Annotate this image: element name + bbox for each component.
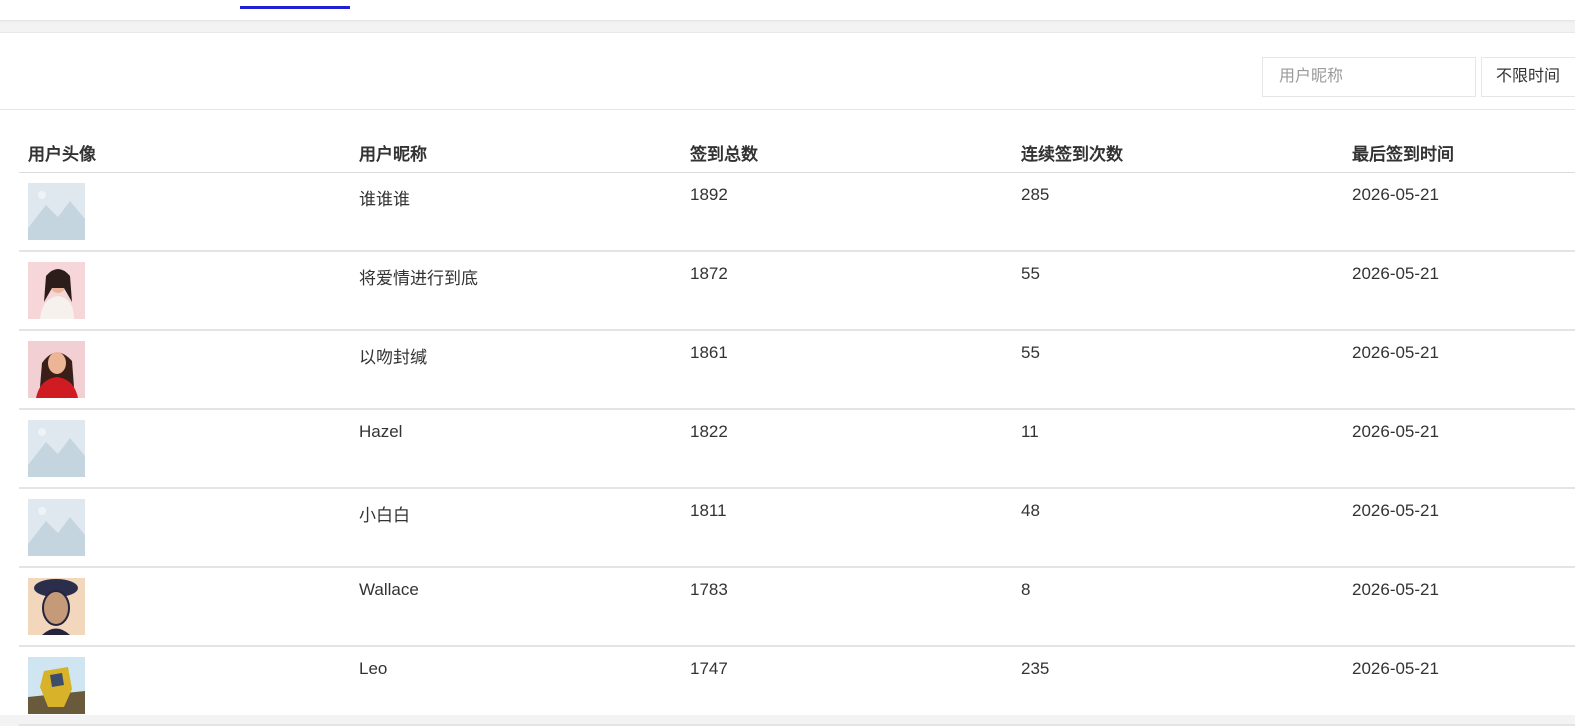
streak-cell: 8: [1021, 580, 1031, 599]
filter-bar: 不限时间: [0, 33, 1575, 110]
table-body: 谁谁谁 1892 285 2026-05-21 将爱情进行到底 1872 55 2026-05…: [19, 173, 1575, 726]
column-header-streak: 连续签到次数: [1021, 145, 1123, 164]
last-time-cell: 2026-05-21: [1352, 185, 1439, 204]
total-cell: 1822: [690, 422, 728, 441]
table-row: 以吻封缄 1861 55 2026-05-21: [19, 331, 1575, 410]
last-time-cell: 2026-05-21: [1352, 501, 1439, 520]
nickname-cell: 谁谁谁: [359, 190, 410, 209]
total-cell: 1811: [690, 501, 727, 520]
last-time-cell: 2026-05-21: [1352, 264, 1439, 283]
table-row: 小白白 1811 48 2026-05-21: [19, 489, 1575, 568]
last-time-cell: 2026-05-21: [1352, 343, 1439, 362]
user-avatar: [28, 657, 85, 714]
column-header-nickname: 用户昵称: [359, 145, 427, 164]
placeholder-image-icon: [28, 420, 85, 477]
streak-cell: 285: [1021, 185, 1050, 204]
table-row: Leo 1747 235 2026-05-21: [19, 647, 1575, 726]
total-cell: 1872: [690, 264, 728, 283]
nickname-cell: 将爱情进行到底: [359, 269, 478, 288]
total-cell: 1892: [690, 185, 728, 204]
top-tab-bar: [0, 0, 1575, 21]
nickname-cell: 以吻封缄: [359, 348, 427, 367]
placeholder-image-icon: [28, 499, 85, 556]
user-avatar: [28, 341, 85, 398]
streak-cell: 48: [1021, 501, 1040, 520]
column-header-last-time: 最后签到时间: [1352, 145, 1454, 164]
table-header: 用户头像 用户昵称 签到总数 连续签到次数 最后签到时间: [19, 129, 1575, 173]
signin-table: 用户头像 用户昵称 签到总数 连续签到次数 最后签到时间 谁谁谁 1892 285 2…: [19, 129, 1575, 726]
nickname-cell: 小白白: [359, 506, 410, 525]
streak-cell: 55: [1021, 343, 1040, 362]
user-avatar: [28, 578, 85, 635]
last-time-cell: 2026-05-21: [1352, 422, 1439, 441]
streak-cell: 11: [1021, 422, 1039, 441]
column-header-total: 签到总数: [690, 145, 758, 164]
nickname-cell: Wallace: [359, 580, 419, 599]
total-cell: 1861: [690, 343, 728, 362]
placeholder-image-icon: [28, 183, 85, 240]
nickname-search-input[interactable]: [1262, 57, 1476, 97]
table-row: Hazel 1822 11 2026-05-21: [19, 410, 1575, 489]
total-cell: 1783: [690, 580, 728, 599]
table-row: 将爱情进行到底 1872 55 2026-05-21: [19, 252, 1575, 331]
signin-records-panel: 不限时间 用户头像 用户昵称 签到总数 连续签到次数 最后签到时间 谁谁谁 189…: [0, 32, 1575, 726]
table-row: 谁谁谁 1892 285 2026-05-21: [19, 173, 1575, 252]
user-avatar: [28, 262, 85, 319]
table-row: Wallace 1783 8 2026-05-21: [19, 568, 1575, 647]
nickname-cell: Leo: [359, 659, 388, 678]
streak-cell: 55: [1021, 264, 1040, 283]
total-cell: 1747: [690, 659, 728, 678]
nickname-cell: Hazel: [359, 422, 403, 441]
column-header-avatar: 用户头像: [28, 145, 96, 164]
active-tab-indicator: [240, 6, 350, 9]
last-time-cell: 2026-05-21: [1352, 659, 1439, 678]
streak-cell: 235: [1021, 659, 1050, 678]
time-range-select[interactable]: 不限时间: [1481, 57, 1575, 97]
last-time-cell: 2026-05-21: [1352, 580, 1439, 599]
